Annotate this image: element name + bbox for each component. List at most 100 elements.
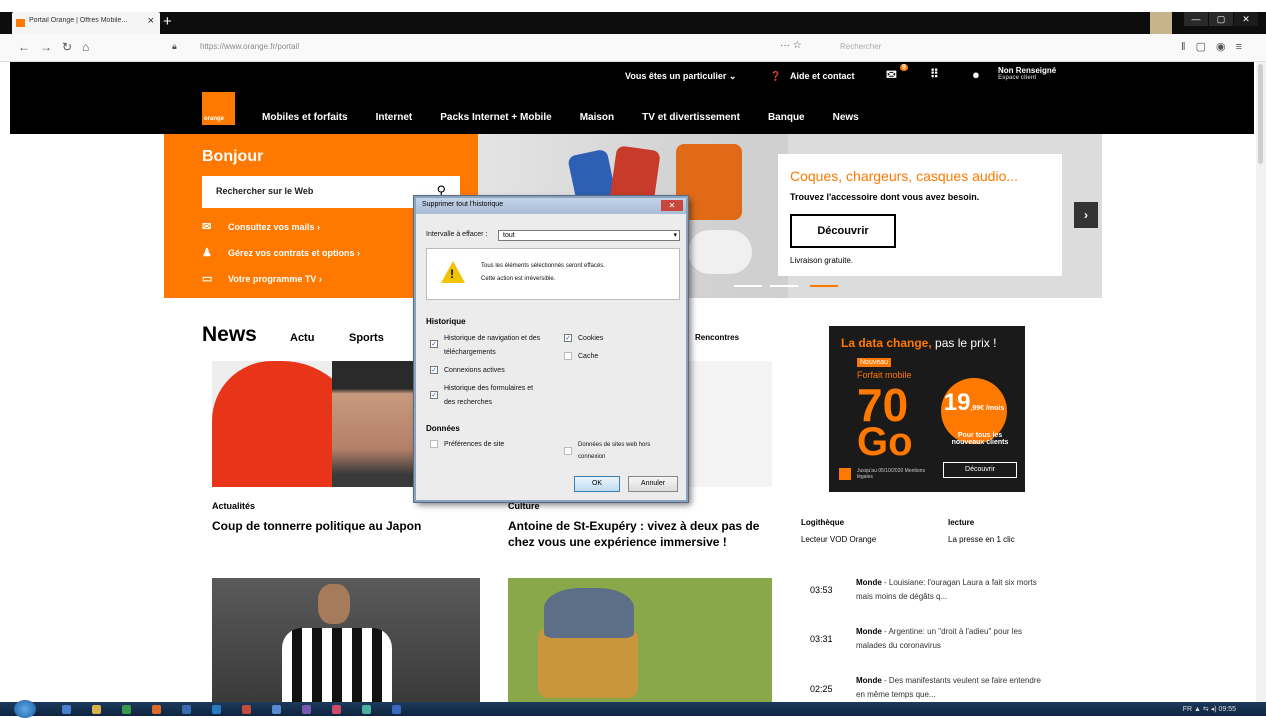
app-icon[interactable] bbox=[302, 705, 311, 714]
orange-logo[interactable]: orange bbox=[202, 92, 235, 125]
data-heading: Données bbox=[426, 424, 460, 433]
article-category: Culture bbox=[508, 501, 540, 511]
cancel-button[interactable]: Annuler bbox=[628, 476, 678, 492]
url-bar[interactable]: 🔒︎ https://www.orange.fr/portail ··· ☆ bbox=[172, 39, 912, 57]
ie-icon[interactable] bbox=[62, 705, 71, 714]
promo-subtitle: Trouvez l'accessoire dont vous avez beso… bbox=[790, 192, 980, 202]
ok-button[interactable]: OK bbox=[574, 476, 620, 492]
nav-item-mobiles[interactable]: Mobiles et forfaits bbox=[262, 112, 348, 123]
minimize-button[interactable]: — bbox=[1184, 12, 1208, 26]
app-icon[interactable] bbox=[392, 705, 401, 714]
checkbox-offline-data[interactable] bbox=[564, 447, 572, 455]
window-close-button[interactable]: ✕ bbox=[1234, 12, 1258, 26]
warning-text: Cette action est irréversible. bbox=[481, 276, 556, 282]
article-image-laundry[interactable] bbox=[508, 578, 772, 702]
help-contact-link[interactable]: Aide et contact bbox=[790, 71, 855, 81]
home-icon[interactable]: ⌂ bbox=[82, 40, 89, 54]
checkbox-browsing-history[interactable]: ✓ bbox=[430, 340, 438, 348]
feed-item[interactable]: Monde - Louisiane: l'ouragan Laura a fai… bbox=[856, 576, 1050, 604]
checkbox-cookies[interactable]: ✓ bbox=[564, 334, 572, 342]
dialog-title: Supprimer tout l'historique bbox=[422, 201, 504, 208]
particulier-menu[interactable]: Vous êtes un particulier ⌄ bbox=[625, 71, 736, 82]
user-icon[interactable]: ● bbox=[972, 67, 980, 82]
side-link-press[interactable]: La presse en 1 clic bbox=[948, 535, 1015, 544]
tab-close-icon[interactable]: × bbox=[148, 15, 154, 27]
article-image-football[interactable] bbox=[212, 578, 480, 702]
reload-icon[interactable]: ↻ bbox=[62, 40, 72, 54]
feed-item[interactable]: Monde - Des manifestants veulent se fair… bbox=[856, 674, 1050, 702]
library-sidebar-icons[interactable]: ‖▢◉≡ bbox=[1181, 40, 1252, 53]
carousel-dot-active[interactable] bbox=[810, 285, 838, 287]
app-icon[interactable] bbox=[272, 705, 281, 714]
mail-icon[interactable]: ✉ bbox=[886, 67, 897, 83]
scrollbar-thumb[interactable] bbox=[1258, 64, 1263, 164]
warning-box: ! Tous les éléments sélectionnés seront … bbox=[426, 248, 680, 300]
user-name[interactable]: Non Renseigné bbox=[998, 66, 1056, 75]
browser-navbar: ← → ↻ ⌂ 🔒︎ https://www.orange.fr/portail… bbox=[0, 34, 1266, 62]
tab-rencontres[interactable]: Rencontres bbox=[695, 333, 739, 342]
browser-tab[interactable]: Portail Orange | Offres Mobile... × bbox=[12, 12, 160, 34]
nav-item-internet[interactable]: Internet bbox=[376, 112, 413, 123]
page-actions-icon[interactable]: ··· ☆ bbox=[780, 40, 802, 51]
nav-item-banque[interactable]: Banque bbox=[768, 112, 805, 123]
start-button[interactable] bbox=[14, 700, 36, 718]
checkbox-active-logins[interactable]: ✓ bbox=[430, 366, 438, 374]
range-select[interactable]: tout ▾ bbox=[498, 230, 680, 241]
windows-taskbar: FR ▲ ⇆ ◂) 09:55 bbox=[0, 700, 1266, 718]
feed-item[interactable]: Monde - Argentine: un "droit à l'adieu" … bbox=[856, 625, 1050, 653]
feed-time: 03:53 bbox=[810, 585, 833, 595]
window-controls: — ▢ ✕ bbox=[1184, 12, 1258, 26]
checkbox-cache[interactable] bbox=[564, 352, 572, 360]
article-headline[interactable]: Antoine de St-Exupéry : vivez à deux pas… bbox=[508, 518, 770, 550]
forward-icon[interactable]: → bbox=[40, 40, 52, 54]
lock-icon: 🔒︎ bbox=[172, 41, 177, 51]
firefox-icon[interactable] bbox=[152, 705, 161, 714]
orange-favicon-icon bbox=[16, 19, 25, 27]
side-link-vod[interactable]: Lecteur VOD Orange bbox=[801, 535, 876, 544]
dialog-close-button[interactable]: ✕ bbox=[661, 200, 683, 211]
tab-title: Portail Orange | Offres Mobile... bbox=[29, 17, 128, 24]
chevron-down-icon: ▾ bbox=[673, 232, 677, 239]
nav-item-news[interactable]: News bbox=[833, 112, 859, 123]
browser-search-field[interactable]: Rechercher bbox=[840, 42, 881, 51]
app-icon[interactable] bbox=[122, 705, 131, 714]
nav-item-tv[interactable]: TV et divertissement bbox=[642, 112, 740, 123]
back-icon[interactable]: ← bbox=[18, 40, 30, 54]
mail-link[interactable]: ✉ Consultez vos mails › bbox=[202, 220, 320, 233]
browser-tabbar: Portail Orange | Offres Mobile... × + — … bbox=[0, 12, 1266, 34]
carousel-dot[interactable] bbox=[734, 285, 762, 287]
main-nav: Mobiles et forfaits Internet Packs Inter… bbox=[262, 112, 887, 123]
dialog-titlebar[interactable]: Supprimer tout l'historique ✕ bbox=[416, 198, 686, 214]
word-icon[interactable] bbox=[212, 705, 221, 714]
apps-grid-icon[interactable]: ⠿ bbox=[930, 67, 939, 81]
discover-button[interactable]: Découvrir bbox=[790, 214, 896, 248]
advertisement[interactable]: La data change, pas le prix ! Nouveau Fo… bbox=[829, 326, 1025, 492]
ad-orange-logo bbox=[839, 468, 851, 480]
tv-icon: ▭ bbox=[202, 273, 213, 285]
checkbox-forms-history[interactable]: ✓ bbox=[430, 391, 438, 399]
checkbox-site-preferences[interactable] bbox=[430, 440, 438, 448]
news-title: News bbox=[202, 323, 257, 346]
site-header: Vous êtes un particulier ⌄ ❓ Aide et con… bbox=[10, 62, 1254, 134]
article-headline[interactable]: Coup de tonnerre politique au Japon bbox=[212, 518, 474, 534]
app-icon[interactable] bbox=[362, 705, 371, 714]
nav-item-maison[interactable]: Maison bbox=[580, 112, 614, 123]
tv-program-link[interactable]: ▭ Votre programme TV › bbox=[202, 272, 322, 285]
ad-discover-button[interactable]: Découvrir bbox=[943, 462, 1017, 478]
carousel-dot[interactable] bbox=[770, 285, 798, 287]
article-category: Actualités bbox=[212, 501, 256, 511]
tab-sports[interactable]: Sports bbox=[349, 332, 384, 344]
new-tab-button[interactable]: + bbox=[163, 13, 172, 30]
app-icon[interactable] bbox=[182, 705, 191, 714]
explorer-icon[interactable] bbox=[92, 705, 101, 714]
maximize-button[interactable]: ▢ bbox=[1209, 12, 1233, 26]
system-tray[interactable]: FR ▲ ⇆ ◂) 09:55 bbox=[1183, 705, 1236, 713]
contracts-link[interactable]: ♟ Gérez vos contrats et options › bbox=[202, 246, 360, 259]
warning-icon: ! bbox=[441, 261, 465, 283]
help-icon: ❓ bbox=[770, 71, 782, 81]
carousel-next-icon[interactable]: › bbox=[1074, 202, 1098, 228]
nav-item-packs[interactable]: Packs Internet + Mobile bbox=[440, 112, 551, 123]
app-icon[interactable] bbox=[242, 705, 251, 714]
app-icon[interactable] bbox=[332, 705, 341, 714]
tab-actu[interactable]: Actu bbox=[290, 332, 314, 344]
